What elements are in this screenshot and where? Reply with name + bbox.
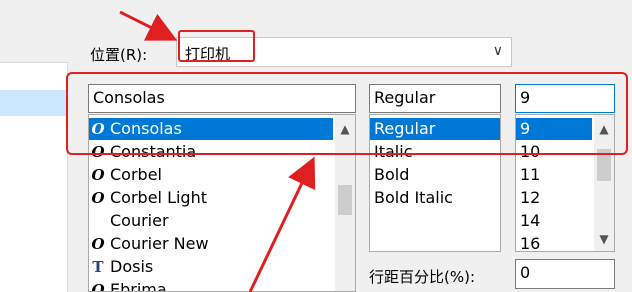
- size-item[interactable]: 16: [516, 233, 592, 252]
- truetype-font-icon: T: [92, 258, 104, 276]
- font-item-label: Courier New: [110, 234, 209, 253]
- style-item[interactable]: Bold Italic: [370, 187, 500, 209]
- scroll-down-icon[interactable]: ▼: [594, 229, 614, 249]
- font-item[interactable]: Courier: [89, 210, 333, 232]
- style-item-label: Bold: [374, 165, 410, 184]
- annotation-box-location: [178, 30, 255, 62]
- font-item-label: Corbel: [110, 165, 162, 184]
- size-item-label: 11: [520, 165, 541, 184]
- font-item-label: Dosis: [110, 257, 154, 276]
- opentype-font-icon: O: [91, 281, 105, 292]
- font-item[interactable]: T Dosis: [89, 256, 333, 278]
- annotation-box-font-fields: [66, 72, 628, 155]
- opentype-font-icon: O: [91, 235, 105, 253]
- font-item[interactable]: O Ebrima: [89, 279, 333, 292]
- arrow-to-location-icon: [119, 10, 178, 41]
- font-item[interactable]: O Corbel: [89, 164, 333, 186]
- font-item-label: Courier: [110, 211, 169, 230]
- opentype-font-icon: O: [91, 189, 105, 207]
- size-item-label: 12: [520, 188, 541, 207]
- scrollbar-thumb[interactable]: [338, 185, 352, 215]
- style-item-label: Bold Italic: [374, 188, 453, 207]
- location-label: 位置(R):: [90, 46, 148, 64]
- font-item[interactable]: O Courier New: [89, 233, 333, 255]
- size-item[interactable]: 14: [516, 210, 592, 232]
- line-spacing-input[interactable]: 0: [515, 259, 615, 289]
- font-item-label: Corbel Light: [110, 188, 207, 207]
- font-item-label: Ebrima: [110, 280, 167, 292]
- style-item[interactable]: Bold: [370, 164, 500, 186]
- font-item[interactable]: O Corbel Light: [89, 187, 333, 209]
- size-item[interactable]: 12: [516, 187, 592, 209]
- size-item[interactable]: 11: [516, 164, 592, 186]
- chevron-down-icon[interactable]: ∨: [493, 43, 503, 59]
- size-item-label: 14: [520, 211, 541, 230]
- line-spacing-label: 行距百分比(%):: [369, 268, 476, 286]
- size-item-label: 16: [520, 234, 541, 252]
- opentype-font-icon: O: [91, 166, 105, 184]
- left-panel-selected-item[interactable]: [0, 90, 68, 116]
